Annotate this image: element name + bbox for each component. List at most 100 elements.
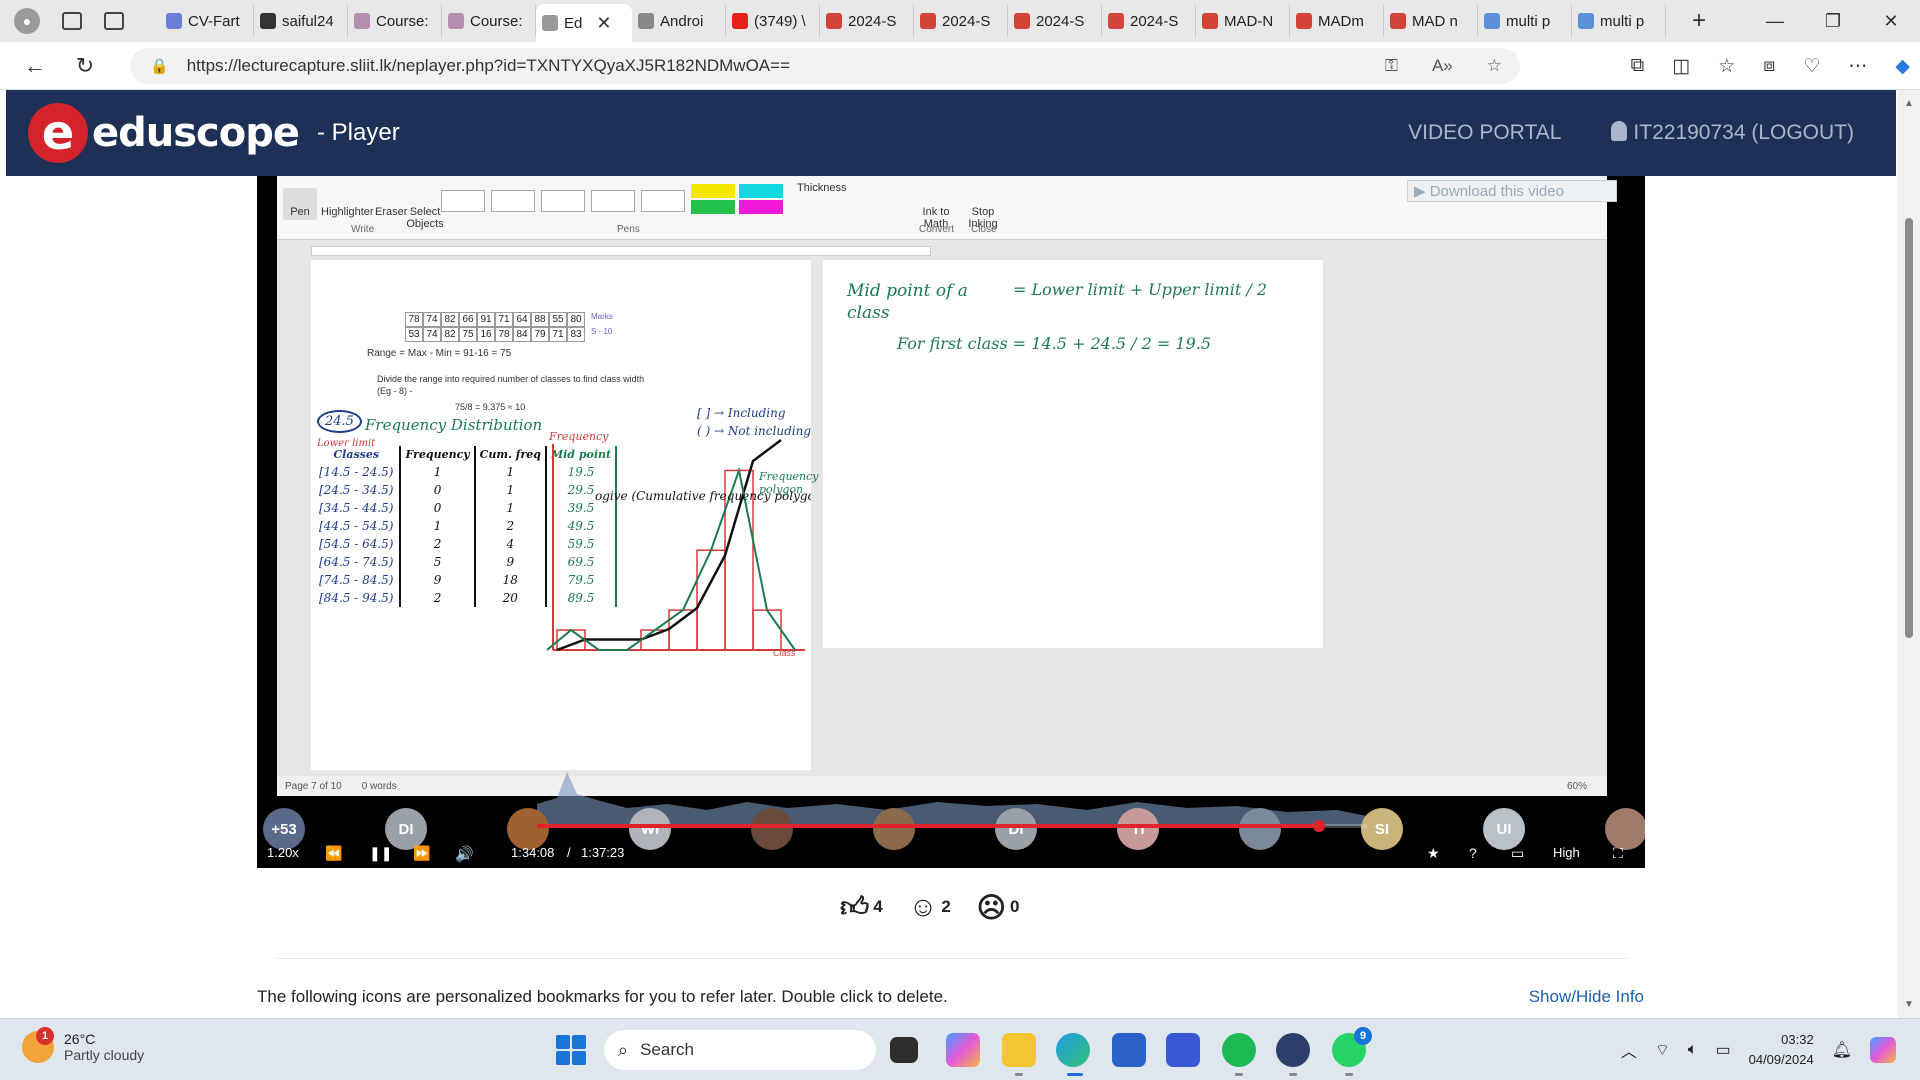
- pen-tool: Pen: [283, 188, 317, 220]
- speaker-icon[interactable]: 🔈︎: [1688, 1041, 1698, 1059]
- page-scrollbar[interactable]: ▲ ▼: [1898, 90, 1920, 1018]
- video-player[interactable]: Pen Highlighter Eraser Select Objects Wr…: [257, 176, 1645, 868]
- quality-selector[interactable]: High: [1553, 845, 1580, 860]
- browser-essentials-icon[interactable]: ♡: [1803, 55, 1820, 78]
- thumbs-up-icon: 👍︎: [840, 891, 870, 922]
- browser-tab[interactable]: 2024-S: [1008, 5, 1102, 37]
- scroll-thumb[interactable]: [1905, 218, 1913, 638]
- taskbar-search[interactable]: ⌕ Search: [604, 1030, 876, 1070]
- browser-tab[interactable]: 2024-S: [914, 5, 1008, 37]
- whiteboard-icon[interactable]: [1166, 1033, 1200, 1067]
- eduscope-logo[interactable]: e: [28, 103, 88, 163]
- start-button[interactable]: [556, 1035, 586, 1065]
- browser-tab[interactable]: Course:: [442, 5, 536, 37]
- file-explorer-icon[interactable]: [1002, 1033, 1036, 1067]
- lecture-screen: Pen Highlighter Eraser Select Objects Wr…: [277, 176, 1617, 796]
- word-count: 0 words: [361, 780, 397, 792]
- browser-tab[interactable]: MAD n: [1384, 5, 1478, 37]
- favorites-icon[interactable]: ☆: [1718, 55, 1735, 78]
- download-video-button[interactable]: ▶ Download this video: [1407, 180, 1617, 202]
- minimize-button[interactable]: —: [1746, 0, 1804, 42]
- whatsapp-icon[interactable]: 9: [1332, 1027, 1372, 1067]
- bell-icon[interactable]: 🔔︎: [1832, 1040, 1852, 1060]
- volume-icon[interactable]: 🔊: [455, 845, 474, 863]
- browser-tab[interactable]: MAD-N: [1196, 5, 1290, 37]
- spotify-icon[interactable]: [1222, 1033, 1256, 1067]
- clock[interactable]: 03:32 04/09/2024: [1749, 1030, 1814, 1070]
- browser-tab[interactable]: Course:: [348, 5, 442, 37]
- copilot-app-icon[interactable]: [946, 1033, 980, 1067]
- eclipse-icon[interactable]: [1276, 1033, 1310, 1067]
- tab-label: (3749) \: [754, 12, 806, 30]
- browser-tab[interactable]: 2024-S: [1102, 5, 1196, 37]
- refresh-button[interactable]: ↻: [60, 53, 110, 79]
- tab-actions-icon[interactable]: [104, 12, 124, 30]
- help-icon[interactable]: ?: [1469, 845, 1477, 861]
- copilot-icon[interactable]: ◆: [1895, 55, 1910, 78]
- browser-tab[interactable]: saiful24: [254, 5, 348, 37]
- show-hide-info-link[interactable]: Show/Hide Info: [1529, 987, 1644, 1007]
- browser-tab[interactable]: (3749) \: [726, 5, 820, 37]
- progress-bar[interactable]: [537, 820, 1367, 832]
- collections-icon[interactable]: ⧈: [1763, 55, 1775, 77]
- table-cell: [34.5 - 44.5): [313, 499, 402, 517]
- col-classes: Classes: [313, 446, 402, 463]
- key-icon[interactable]: ⚿: [1385, 56, 1398, 76]
- table-cell: 9: [474, 553, 547, 571]
- playback-speed[interactable]: 1.20x: [267, 845, 299, 860]
- browser-tab[interactable]: multi p: [1572, 5, 1666, 37]
- close-tab-icon[interactable]: ✕: [596, 13, 611, 34]
- browser-tab[interactable]: MADm: [1290, 5, 1384, 37]
- chevron-up-icon[interactable]: ︿: [1621, 1038, 1637, 1062]
- video-portal-link[interactable]: VIDEO PORTAL: [1408, 121, 1561, 145]
- comment-icon[interactable]: ▭: [1511, 845, 1524, 862]
- marks-cell: 74: [423, 327, 441, 342]
- workspaces-icon[interactable]: [62, 12, 82, 30]
- url-field[interactable]: 🔒 https://lecturecapture.sliit.lk/neplay…: [130, 48, 1520, 84]
- close-window-button[interactable]: ✕: [1862, 0, 1920, 42]
- rewind-icon[interactable]: ⏪: [325, 845, 342, 862]
- star-icon[interactable]: ★: [1427, 845, 1440, 862]
- marks-cell: 53: [405, 327, 423, 342]
- web-page: e eduscope - Player VIDEO PORTAL IT22190…: [0, 90, 1898, 1018]
- weather-icon: 1: [22, 1027, 54, 1063]
- more-menu-icon[interactable]: ⋯: [1848, 55, 1867, 78]
- store-icon[interactable]: [1112, 1033, 1146, 1067]
- pen-swatch: [541, 190, 585, 212]
- edge-icon[interactable]: [1056, 1033, 1090, 1067]
- lock-icon[interactable]: 🔒: [150, 57, 169, 75]
- new-tab-button[interactable]: +: [1692, 7, 1706, 35]
- progress-handle[interactable]: [1312, 820, 1325, 832]
- system-tray: ︿ ⌔ 🔈︎ ▭ 03:32 04/09/2024 🔔︎: [1621, 1019, 1896, 1080]
- extensions-icon[interactable]: ⧉: [1631, 55, 1645, 77]
- smile-button[interactable]: ☺ 2: [909, 891, 951, 923]
- back-button[interactable]: ←: [10, 53, 60, 79]
- wifi-icon[interactable]: ⌔: [1655, 1040, 1670, 1060]
- battery-icon[interactable]: ▭: [1715, 1040, 1730, 1060]
- profile-icon[interactable]: ●: [14, 8, 40, 34]
- fast-forward-icon[interactable]: ⏩: [413, 845, 430, 862]
- browser-tab[interactable]: CV-Fart: [160, 5, 254, 37]
- task-view-icon[interactable]: [890, 1037, 918, 1063]
- fullscreen-icon[interactable]: ⛶: [1613, 845, 1623, 862]
- browser-tab[interactable]: 2024-S: [820, 5, 914, 37]
- browser-tab[interactable]: Androi: [632, 5, 726, 37]
- table-cell: [84.5 - 94.5): [313, 589, 402, 607]
- table-cell: [64.5 - 74.5): [313, 553, 402, 571]
- confused-button[interactable]: ☹ 0: [977, 891, 1020, 924]
- logout-link[interactable]: IT22190734 (LOGOUT): [1611, 121, 1854, 145]
- split-screen-icon[interactable]: ◫: [1672, 55, 1690, 78]
- browser-tab[interactable]: multi p: [1478, 5, 1572, 37]
- scroll-up-arrow[interactable]: ▲: [1904, 98, 1914, 109]
- pause-icon[interactable]: ❚❚: [369, 845, 392, 862]
- browser-tab[interactable]: Ed ✕: [536, 4, 632, 42]
- read-aloud-icon[interactable]: A»: [1432, 56, 1453, 76]
- histogram-bar: [752, 609, 782, 651]
- copilot-tray-icon[interactable]: [1870, 1037, 1896, 1063]
- favorite-star-icon[interactable]: ☆: [1487, 56, 1502, 76]
- magenta-pen-swatch: [739, 200, 783, 214]
- restore-button[interactable]: ❐: [1804, 0, 1862, 42]
- like-button[interactable]: 👍︎ 4: [840, 890, 883, 924]
- weather-widget[interactable]: 1 26°C Partly cloudy: [22, 1027, 144, 1063]
- scroll-down-arrow[interactable]: ▼: [1904, 999, 1914, 1010]
